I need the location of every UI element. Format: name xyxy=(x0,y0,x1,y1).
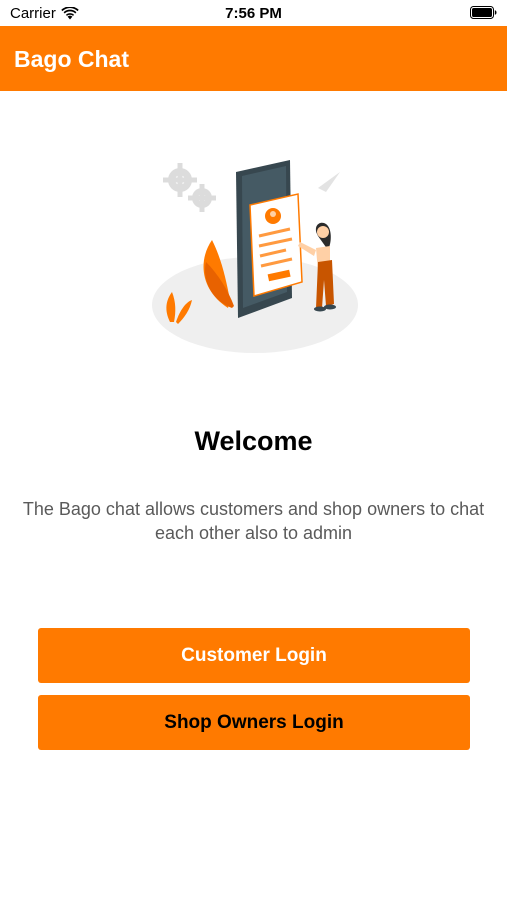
app-title: Bago Chat xyxy=(14,46,129,72)
login-screen: Carrier 7:56 PM Bago Chat Welcome The Ba… xyxy=(0,0,507,900)
customer-login-button[interactable]: Customer Login xyxy=(38,628,470,683)
welcome-heading: Welcome xyxy=(194,426,313,456)
shop-owners-login-button[interactable]: Shop Owners Login xyxy=(38,695,470,750)
nav-bar: Bago Chat xyxy=(0,26,507,91)
welcome-description: The Bago chat allows customers and shop … xyxy=(22,499,485,543)
status-time: 7:56 PM xyxy=(225,5,282,22)
phone-profile-illustration xyxy=(152,160,358,353)
battery-icon xyxy=(470,6,497,19)
status-bar: Carrier 7:56 PM xyxy=(0,0,507,26)
